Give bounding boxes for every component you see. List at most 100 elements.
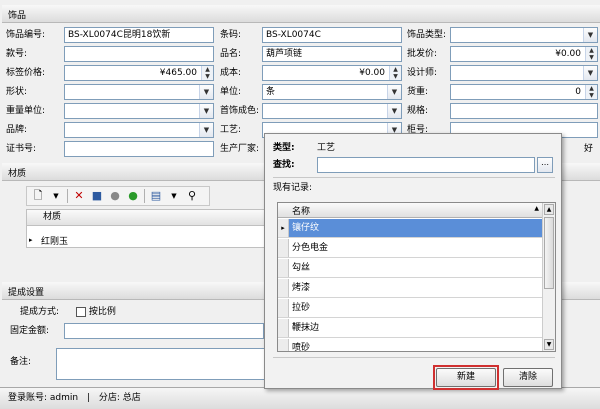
refresh-icon[interactable]: ● [126, 189, 140, 203]
fixed-amount-label: 固定金额: [10, 326, 50, 336]
tagprice-input[interactable]: ¥465.00 ▲ ▼ [64, 65, 214, 81]
name-input[interactable]: 葫芦项链 [262, 46, 402, 62]
material-toolbar: 🗋 ▼ ✕ ■ ● ● ▤ ▼ ⚲ [26, 186, 210, 206]
wholesale-input[interactable]: ¥0.00 ▲ ▼ [450, 46, 598, 62]
spinner-icon[interactable]: ▲ ▼ [201, 66, 213, 80]
column-header: 材质 [43, 212, 62, 222]
remark-textarea[interactable] [56, 348, 266, 380]
new-doc-icon[interactable]: 🗋 [31, 189, 45, 203]
brand-label: 品牌: [6, 125, 28, 135]
barcode-input[interactable]: BS-XL0074C [262, 27, 402, 43]
chevron-down-icon[interactable]: ▼ [167, 189, 181, 203]
color-select[interactable]: ▼ [262, 103, 402, 119]
material-grid-body: ▸ 红刚玉 [26, 226, 266, 248]
type-label: 饰品类型: [407, 30, 447, 40]
spec-input[interactable] [450, 103, 598, 119]
unit-label: 单位: [220, 87, 242, 97]
save-icon[interactable]: ■ [90, 189, 104, 203]
spinner-icon[interactable]: ▲ ▼ [585, 47, 597, 61]
clear-button[interactable]: 清除 [503, 368, 553, 387]
toolbar-separator [144, 189, 145, 203]
maker-label: 生产厂家: [220, 144, 260, 154]
list-item[interactable]: 喷砂 [278, 339, 543, 352]
dialog-search-input[interactable] [317, 157, 535, 173]
weight-label: 重量单位: [6, 106, 46, 116]
status-bar: 登录账号: admin | 分店: 总店 [0, 387, 600, 409]
scroll-thumb[interactable] [544, 217, 554, 289]
new-button[interactable]: 新建 [436, 368, 496, 387]
list-item-text: 喷砂 [292, 343, 311, 352]
row-pointer-icon: ▸ [29, 236, 33, 244]
print-icon[interactable]: ▤ [149, 189, 163, 203]
ratio-checkbox-wrap[interactable]: 按比例 [76, 304, 116, 320]
spinner-icon[interactable]: ▲ ▼ [585, 85, 597, 99]
search-button[interactable]: ⋯ [537, 157, 553, 173]
list-item[interactable]: 鞭抹边 [278, 319, 543, 338]
existing-records-label: 现有记录: [273, 183, 313, 193]
chevron-down-icon[interactable]: ▼ [583, 66, 597, 80]
spinner-icon[interactable]: ▲ ▼ [389, 66, 401, 80]
shape-label: 形状: [6, 87, 28, 97]
spec-label: 规格: [407, 106, 429, 116]
list-item-text: 鞭抹边 [292, 323, 320, 333]
cancel-icon[interactable]: ● [108, 189, 122, 203]
wholesale-value: ¥0.00 [555, 49, 581, 59]
list-item[interactable]: ▸ 镶仔纹 [278, 219, 543, 238]
row-indicator [278, 319, 289, 337]
model-input[interactable] [64, 46, 214, 62]
partial-text: 好 [584, 144, 594, 154]
chevron-down-icon[interactable]: ▼ [583, 28, 597, 42]
list-item[interactable]: 拉砂 [278, 299, 543, 318]
chevron-down-icon[interactable]: ▼ [199, 123, 213, 137]
unit-select[interactable]: 条 ▼ [262, 84, 402, 100]
cert-label: 证书号: [6, 144, 37, 154]
designer-select[interactable]: ▼ [450, 65, 598, 81]
dialog-type-label: 类型: [273, 143, 295, 153]
craft-label: 工艺: [220, 125, 242, 135]
wholesale-label: 批发价: [407, 49, 438, 59]
chevron-down-icon[interactable]: ▼ [199, 104, 213, 118]
list-item[interactable]: 烤漆 [278, 279, 543, 298]
unit-value: 条 [266, 87, 276, 97]
stock-input[interactable]: 0 ▲ ▼ [450, 84, 598, 100]
fixed-amount-input[interactable] [64, 323, 264, 339]
stock-value: 0 [575, 87, 581, 97]
search-icon[interactable]: ⚲ [185, 189, 199, 203]
cert-input[interactable] [64, 141, 214, 157]
code-input[interactable]: BS-XL0074C昆明18饮新 [64, 27, 214, 43]
shape-select[interactable]: ▼ [64, 84, 214, 100]
type-select[interactable]: ▼ [450, 27, 598, 43]
chevron-down-icon[interactable]: ▼ [387, 104, 401, 118]
sort-icon[interactable]: ▲ [534, 205, 539, 212]
list-item-text: 拉砂 [292, 303, 311, 313]
stock-label: 货重: [407, 87, 429, 97]
list-scrollbar[interactable]: ▲ ▼ [542, 203, 555, 351]
commission-mode-label: 提成方式: [20, 307, 60, 317]
chevron-down-icon[interactable]: ▼ [199, 85, 213, 99]
model-label: 款号: [6, 49, 28, 59]
cost-input[interactable]: ¥0.00 ▲ ▼ [262, 65, 402, 81]
ratio-checkbox[interactable] [76, 306, 86, 317]
tagprice-value: ¥465.00 [159, 68, 197, 78]
scroll-up-icon[interactable]: ▲ [544, 204, 554, 215]
delete-icon[interactable]: ✕ [72, 189, 86, 203]
row-indicator [278, 299, 289, 317]
chevron-down-icon[interactable]: ▼ [49, 189, 63, 203]
chevron-down-icon[interactable]: ▼ [387, 85, 401, 99]
material-row[interactable]: 红刚玉 [41, 234, 68, 247]
dialog-divider [273, 357, 555, 358]
list-item[interactable]: 勾丝 [278, 259, 543, 278]
cost-value: ¥0.00 [359, 68, 385, 78]
weight-select[interactable]: ▼ [64, 103, 214, 119]
code-label: 饰品编号: [6, 30, 46, 40]
records-list: 名称 ▲ ▸ 镶仔纹 分色电金 勾丝 烤漆 拉砂 鞭抹边 喷砂 ▲ ▼ [277, 202, 556, 352]
remark-label: 备注: [10, 357, 32, 367]
barcode-label: 条码: [220, 30, 242, 40]
row-indicator [278, 259, 289, 277]
scroll-down-icon[interactable]: ▼ [544, 339, 554, 350]
branch-status: 分店: 总店 [98, 393, 141, 403]
cost-label: 成本: [220, 68, 242, 78]
list-item[interactable]: 分色电金 [278, 239, 543, 258]
brand-select[interactable]: ▼ [64, 122, 214, 138]
section-title: 材质 [8, 169, 27, 179]
